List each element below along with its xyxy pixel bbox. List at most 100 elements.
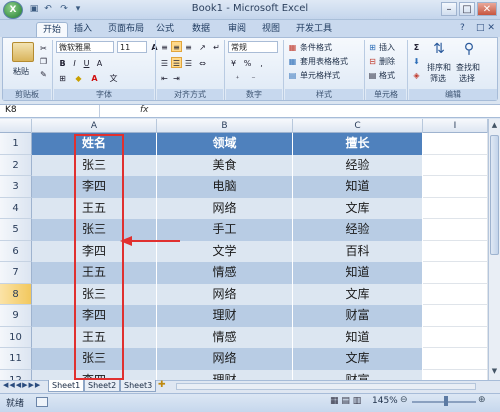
empty-cell[interactable] [423,176,488,198]
row-header[interactable]: 2 [0,154,32,176]
table-cell[interactable]: 情感 [157,262,293,284]
maximize-button[interactable]: □ [459,2,475,16]
paste-icon[interactable] [12,42,34,62]
tab-data[interactable]: 数据 [186,22,216,37]
table-cell[interactable]: 经验 [293,154,423,176]
row-header[interactable]: 6 [0,240,32,262]
table-cell[interactable]: 文库 [293,197,423,219]
number-format-select[interactable]: 常规 [228,41,278,53]
decrease-indent-icon[interactable]: ⇤ [159,72,170,83]
empty-cell[interactable] [423,133,488,155]
table-cell[interactable]: 文库 [293,283,423,305]
insert-cells-button[interactable]: 插入 [379,42,395,53]
table-cell[interactable]: 财富 [293,369,423,380]
redo-icon[interactable]: ↷ [58,3,70,15]
table-cell[interactable]: 理财 [157,369,293,380]
empty-cell[interactable] [423,219,488,241]
format-cells-button[interactable]: 格式 [379,70,395,81]
align-bottom-icon[interactable]: ≡ [183,41,194,52]
conditional-format-icon[interactable]: ▦ [287,41,298,52]
worksheet-grid[interactable]: A B C I 1 姓名 领域 擅长 2 张三 美食 经验 3 李四 电脑 知道 4 王五 网络 文库 5 张三手… [0,119,500,380]
wrap-text-icon[interactable]: ↵ [211,41,222,52]
bold-icon[interactable]: B [57,57,68,68]
find-select-button[interactable]: 查找和 [456,62,480,73]
table-cell[interactable]: 网络 [157,283,293,305]
delete-cells-icon[interactable]: ⊟ [367,55,378,66]
save-icon[interactable]: ▣ [28,3,40,15]
currency-icon[interactable]: ¥ [228,57,239,68]
row-header[interactable]: 5 [0,219,32,241]
customize-toolbar-icon[interactable]: ▾ [72,3,84,15]
clear-icon[interactable]: ◈ [411,69,422,80]
empty-cell[interactable] [423,154,488,176]
borders-icon[interactable]: ⊞ [57,72,68,83]
empty-cell[interactable] [423,240,488,262]
tab-review[interactable]: 审阅 [222,22,252,37]
column-header-c[interactable]: C [293,119,423,133]
row-header[interactable]: 7 [0,262,32,284]
row-header[interactable]: 12 [0,369,32,380]
macro-record-icon[interactable] [36,397,48,407]
font-name-select[interactable]: 微软雅黑 [56,41,114,53]
phonetic-icon[interactable]: 文 [108,72,119,83]
row-header[interactable]: 11 [0,348,32,370]
empty-cell[interactable] [423,326,488,348]
font-color-icon[interactable]: A [89,72,100,83]
align-middle-icon[interactable]: ≡ [171,41,182,52]
format-as-table-button[interactable]: 套用表格格式 [300,56,348,67]
help-icon[interactable]: ? [460,23,465,33]
empty-cell[interactable] [423,348,488,370]
undo-icon[interactable]: ↶ [42,3,54,15]
autosum-icon[interactable]: Σ [411,41,422,52]
table-header-cell[interactable]: 领域 [157,133,293,155]
formula-input[interactable] [152,105,488,117]
align-center-icon[interactable]: ☰ [171,57,182,68]
align-left-icon[interactable]: ☰ [159,57,170,68]
tab-home[interactable]: 开始 [36,22,69,37]
insert-cells-icon[interactable]: ⊞ [367,41,378,52]
table-cell[interactable]: 情感 [157,326,293,348]
copy-icon[interactable]: ❐ [38,55,49,66]
close-button[interactable]: ✕ [477,2,497,16]
sort-filter-icon[interactable]: ⇅ [430,41,448,59]
table-cell[interactable]: 文库 [293,348,423,370]
table-cell[interactable]: 百科 [293,240,423,262]
sheet-tab-2[interactable]: Sheet2 [84,380,121,392]
cell-styles-button[interactable]: 单元格样式 [300,70,340,81]
format-cells-icon[interactable]: ▤ [367,69,378,80]
increase-indent-icon[interactable]: ⇥ [171,72,182,83]
empty-cell[interactable] [423,262,488,284]
paste-button[interactable]: 粘贴 [13,66,29,77]
empty-cell[interactable] [423,283,488,305]
table-cell[interactable]: 网络 [157,348,293,370]
delete-cells-button[interactable]: 删除 [379,56,395,67]
tab-page-layout[interactable]: 页面布局 [102,22,150,37]
row-header[interactable]: 9 [0,305,32,327]
empty-cell[interactable] [423,197,488,219]
fill-color-icon[interactable]: ◆ [73,72,84,83]
find-select-icon[interactable]: ⚲ [460,41,478,59]
decrease-decimal-icon[interactable]: ⁻ [248,72,259,83]
table-cell[interactable]: 财富 [293,305,423,327]
horizontal-scrollbar[interactable] [176,383,476,390]
empty-cell[interactable] [423,369,488,380]
row-header[interactable]: 8 [0,283,32,305]
sheet-tab-3[interactable]: Sheet3 [120,380,157,392]
fill-icon[interactable]: ⬇ [411,55,422,66]
zoom-slider-thumb[interactable] [444,396,448,406]
scroll-thumb[interactable] [490,135,499,255]
merge-center-icon[interactable]: ⇔ [197,57,208,68]
table-cell[interactable]: 知道 [293,176,423,198]
column-header-b[interactable]: B [157,119,293,133]
cut-icon[interactable]: ✂ [38,42,49,53]
zoom-out-icon[interactable]: ⊖ [400,395,408,405]
tab-developer[interactable]: 开发工具 [290,22,338,37]
format-as-table-icon[interactable]: ▦ [287,55,298,66]
underline-icon[interactable]: U [81,57,92,68]
table-cell[interactable]: 电脑 [157,176,293,198]
row-header[interactable]: 4 [0,197,32,219]
row-header[interactable]: 10 [0,326,32,348]
tab-view[interactable]: 视图 [256,22,286,37]
scroll-down-icon[interactable]: ▼ [490,367,499,377]
table-cell[interactable]: 美食 [157,154,293,176]
